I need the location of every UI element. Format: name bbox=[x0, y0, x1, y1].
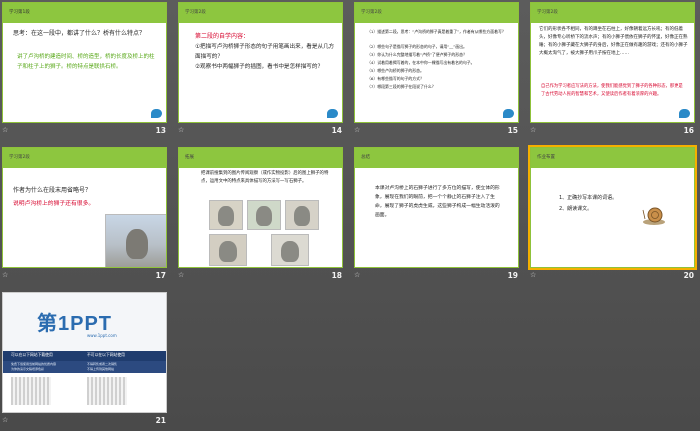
star-icon[interactable]: ☆ bbox=[530, 126, 536, 134]
star-icon[interactable]: ☆ bbox=[178, 126, 184, 134]
slide-thumbnail[interactable]: 学习第2段 第二段的自学内容： ①把描写卢沟桥狮子形态的句子用笔画出来，看是从几… bbox=[178, 2, 343, 123]
lion-photo-4 bbox=[209, 234, 247, 266]
slide-number: 20 bbox=[683, 271, 694, 280]
question-text: 思考：在这一段中，都讲了什么？桥有什么特点？ bbox=[13, 30, 146, 37]
question-text: 作者为什么在段末用省略号？ bbox=[13, 187, 92, 194]
right-item-2: 不得上传到其他网站 bbox=[87, 367, 115, 371]
homework-item-1: 1、正确抄写本课的词语。 bbox=[559, 195, 618, 201]
ppt-logo-icon bbox=[679, 109, 690, 118]
ppt-logo-icon bbox=[327, 109, 338, 118]
line-3: （3）你认为什么完整地描写着“卢桥”了便卢狮子的形态？ bbox=[367, 52, 467, 57]
slide-number: 13 bbox=[155, 126, 166, 135]
slide-18[interactable]: 拓展 把课前搜集到的图片传阅观察（或作实物投影）后的图上狮子的特点，运用文中的特… bbox=[176, 145, 346, 280]
slide-number: 19 bbox=[507, 271, 518, 280]
slide-number: 17 bbox=[155, 271, 166, 280]
lion-shape bbox=[294, 206, 310, 226]
slide-sorter-grid: 学习第1段 思考：在这一段中，都讲了什么？桥有什么特点？ 讲了卢沟桥的建造时间、… bbox=[0, 0, 700, 431]
lion-shape bbox=[256, 206, 272, 226]
star-icon[interactable]: ☆ bbox=[2, 126, 8, 134]
passage-text: 它们的形状各不相同，有的蹲坐在石柱上，好像朝着远方长吼；有的低着头，好像专心听桥… bbox=[539, 27, 688, 56]
slide-header: 拓展 bbox=[185, 155, 194, 160]
info-band: 免费下载使用当前网站的优质内容 为你的演示文稿增添色彩 不得转售或者二次销售 不… bbox=[3, 361, 166, 373]
slide-thumbnail[interactable]: 学习第2段 （1）描述第二段，思考：“卢沟桥的狮子真是着重了”，作者有从哪些方面… bbox=[354, 2, 519, 123]
lion-shape bbox=[281, 241, 299, 262]
lion-photo-5 bbox=[271, 234, 309, 266]
slide-15[interactable]: 学习第2段 （1）描述第二段，思考：“卢沟桥的狮子真是着重了”，作者有从哪些方面… bbox=[352, 0, 522, 135]
star-icon[interactable]: ☆ bbox=[2, 416, 8, 424]
slide-20[interactable]: 作业布置 1、正确抄写本课的词语。 2、朗读课文。 ☆ 20 bbox=[528, 145, 698, 280]
note-text: 自己作为学习者应写法的方法，使我们能感觉到了狮子的各种形态，那更是了古代劳动人民… bbox=[541, 84, 683, 97]
slide-header: 学习第2段 bbox=[185, 10, 206, 15]
brand-logo: 第1PPT bbox=[37, 313, 113, 335]
line-5: （5）哪些卢沟桥的狮子的形态。 bbox=[367, 68, 424, 73]
section-heading: 第二段的自学内容： bbox=[195, 33, 250, 40]
slide-13[interactable]: 学习第1段 思考：在这一段中，都讲了什么？桥有什么特点？ 讲了卢沟桥的建造时间、… bbox=[0, 0, 170, 135]
slide-21[interactable]: 第1PPT www.1ppt.com 可以在以下网站下载使用 不可以在以下网站使… bbox=[0, 290, 170, 425]
star-icon[interactable]: ☆ bbox=[178, 271, 184, 279]
slide-header: 作业布置 bbox=[537, 155, 555, 160]
answer-text: 讲了卢沟桥的建造时间、桥的造型，桥的长度及桥上的柱子和柱子上的狮子。桥的特点是联… bbox=[17, 54, 155, 70]
slide-header: 学习第2段 bbox=[361, 10, 382, 15]
right-heading: 不可以在以下网站使用 bbox=[87, 352, 125, 357]
thumbnail-strip-1 bbox=[11, 377, 51, 405]
line-4: （4）试着用着揭写着的，在本中你一棵描写出有着名的句子。 bbox=[367, 60, 475, 65]
instruction-text: 把课前搜集到的图片传阅观察（或作实物投影）后的图上狮子的特点，运用文中的特点来具… bbox=[201, 171, 329, 184]
lion-statue-photo bbox=[105, 214, 166, 267]
slide-thumbnail[interactable]: 拓展 把课前搜集到的图片传阅观察（或作实物投影）后的图上狮子的特点，运用文中的特… bbox=[178, 147, 343, 268]
line-6: （6）有哪些描写的句子的方式？ bbox=[367, 76, 424, 81]
item-1: ①把描写卢沟桥狮子形态的句子用笔画出来，看是从几方面描写的？ bbox=[195, 44, 335, 60]
slide-number: 21 bbox=[155, 416, 166, 425]
star-icon[interactable]: ☆ bbox=[2, 271, 8, 279]
lion-photo-3 bbox=[285, 200, 319, 230]
slide-thumbnail[interactable]: 学习第2段 作者为什么在段末用省略号？ 说明卢沟桥上的狮子还有很多。 bbox=[2, 147, 167, 268]
slide-17[interactable]: 学习第2段 作者为什么在段末用省略号？ 说明卢沟桥上的狮子还有很多。 ☆ 17 bbox=[0, 145, 170, 280]
star-icon[interactable]: ☆ bbox=[354, 271, 360, 279]
snail-icon bbox=[642, 207, 665, 225]
slide-14[interactable]: 学习第2段 第二段的自学内容： ①把描写卢沟桥狮子形态的句子用笔画出来，看是从几… bbox=[176, 0, 346, 135]
thumbnail-strip-2 bbox=[87, 377, 127, 405]
line-1: （1）描述第二段，思考：“卢沟桥的狮子真是着重了”，作者有从哪些方面着写？ bbox=[367, 29, 506, 34]
ppt-logo-icon bbox=[503, 109, 514, 118]
slide-thumbnail[interactable]: 学习第2段 它们的形状各不相同，有的蹲坐在石柱上，好像朝着远方长吼；有的低着头，… bbox=[530, 2, 695, 123]
ppt-logo-icon bbox=[151, 109, 162, 118]
brand-banner: 第1PPT www.1ppt.com bbox=[3, 293, 166, 351]
slide-thumbnail[interactable]: 学习第1段 思考：在这一段中，都讲了什么？桥有什么特点？ 讲了卢沟桥的建造时间、… bbox=[2, 2, 167, 123]
green-header-bar bbox=[179, 148, 342, 168]
star-icon[interactable]: ☆ bbox=[530, 271, 536, 279]
slide-number: 16 bbox=[683, 126, 694, 135]
slide-header: 学习第2段 bbox=[9, 155, 30, 160]
slide-16[interactable]: 学习第2段 它们的形状各不相同，有的蹲坐在石柱上，好像朝着远方长吼；有的低着头，… bbox=[528, 0, 698, 135]
slide-header: 总结 bbox=[361, 155, 370, 160]
green-header-bar bbox=[355, 148, 518, 168]
slide-thumbnail[interactable]: 作业布置 1、正确抄写本课的词语。 2、朗读课文。 bbox=[528, 145, 697, 270]
line-7: （7）哪段第三段的狮子在段说了什么？ bbox=[367, 84, 436, 89]
left-heading: 可以在以下网站下载使用 bbox=[11, 352, 53, 357]
slide-19[interactable]: 总结 本课对卢沟桥上的石狮子进行了多方位的描写，使立体的形象，展现在我们的眼前，… bbox=[352, 145, 522, 280]
item-2: ②观察书中两幅狮子的插图，看书中是怎样描写的？ bbox=[195, 64, 324, 70]
left-item-2: 为你的演示文稿增添色彩 bbox=[11, 367, 45, 371]
lion-shape bbox=[218, 206, 234, 226]
slide-number: 14 bbox=[331, 126, 342, 135]
lion-statue-shape bbox=[126, 229, 148, 259]
line-2: （2）哪些句子是描写狮子的形态的句子，请用“__”画出。 bbox=[367, 44, 467, 49]
brand-url: www.1ppt.com bbox=[87, 333, 117, 338]
answer-text: 说明卢沟桥上的狮子还有很多。 bbox=[13, 201, 95, 207]
left-item-1: 免费下载使用当前网站的优质内容 bbox=[11, 362, 57, 366]
star-icon[interactable]: ☆ bbox=[354, 126, 360, 134]
lion-photo-2 bbox=[247, 200, 281, 230]
lion-photo-1 bbox=[209, 200, 243, 230]
summary-text: 本课对卢沟桥上的石狮子进行了多方位的描写，使立体的形象，展现在我们的眼前，把一个… bbox=[375, 186, 500, 218]
slide-header: 学习第2段 bbox=[537, 10, 558, 15]
slide-number: 15 bbox=[507, 126, 518, 135]
slide-header: 学习第1段 bbox=[9, 10, 30, 15]
right-item-1: 不得转售或者二次销售 bbox=[87, 362, 118, 366]
green-header-bar bbox=[531, 148, 694, 168]
slide-thumbnail[interactable]: 第1PPT www.1ppt.com 可以在以下网站下载使用 不可以在以下网站使… bbox=[2, 292, 167, 413]
lion-shape bbox=[219, 241, 237, 262]
slide-thumbnail[interactable]: 总结 本课对卢沟桥上的石狮子进行了多方位的描写，使立体的形象，展现在我们的眼前，… bbox=[354, 147, 519, 268]
slide-number: 18 bbox=[331, 271, 342, 280]
